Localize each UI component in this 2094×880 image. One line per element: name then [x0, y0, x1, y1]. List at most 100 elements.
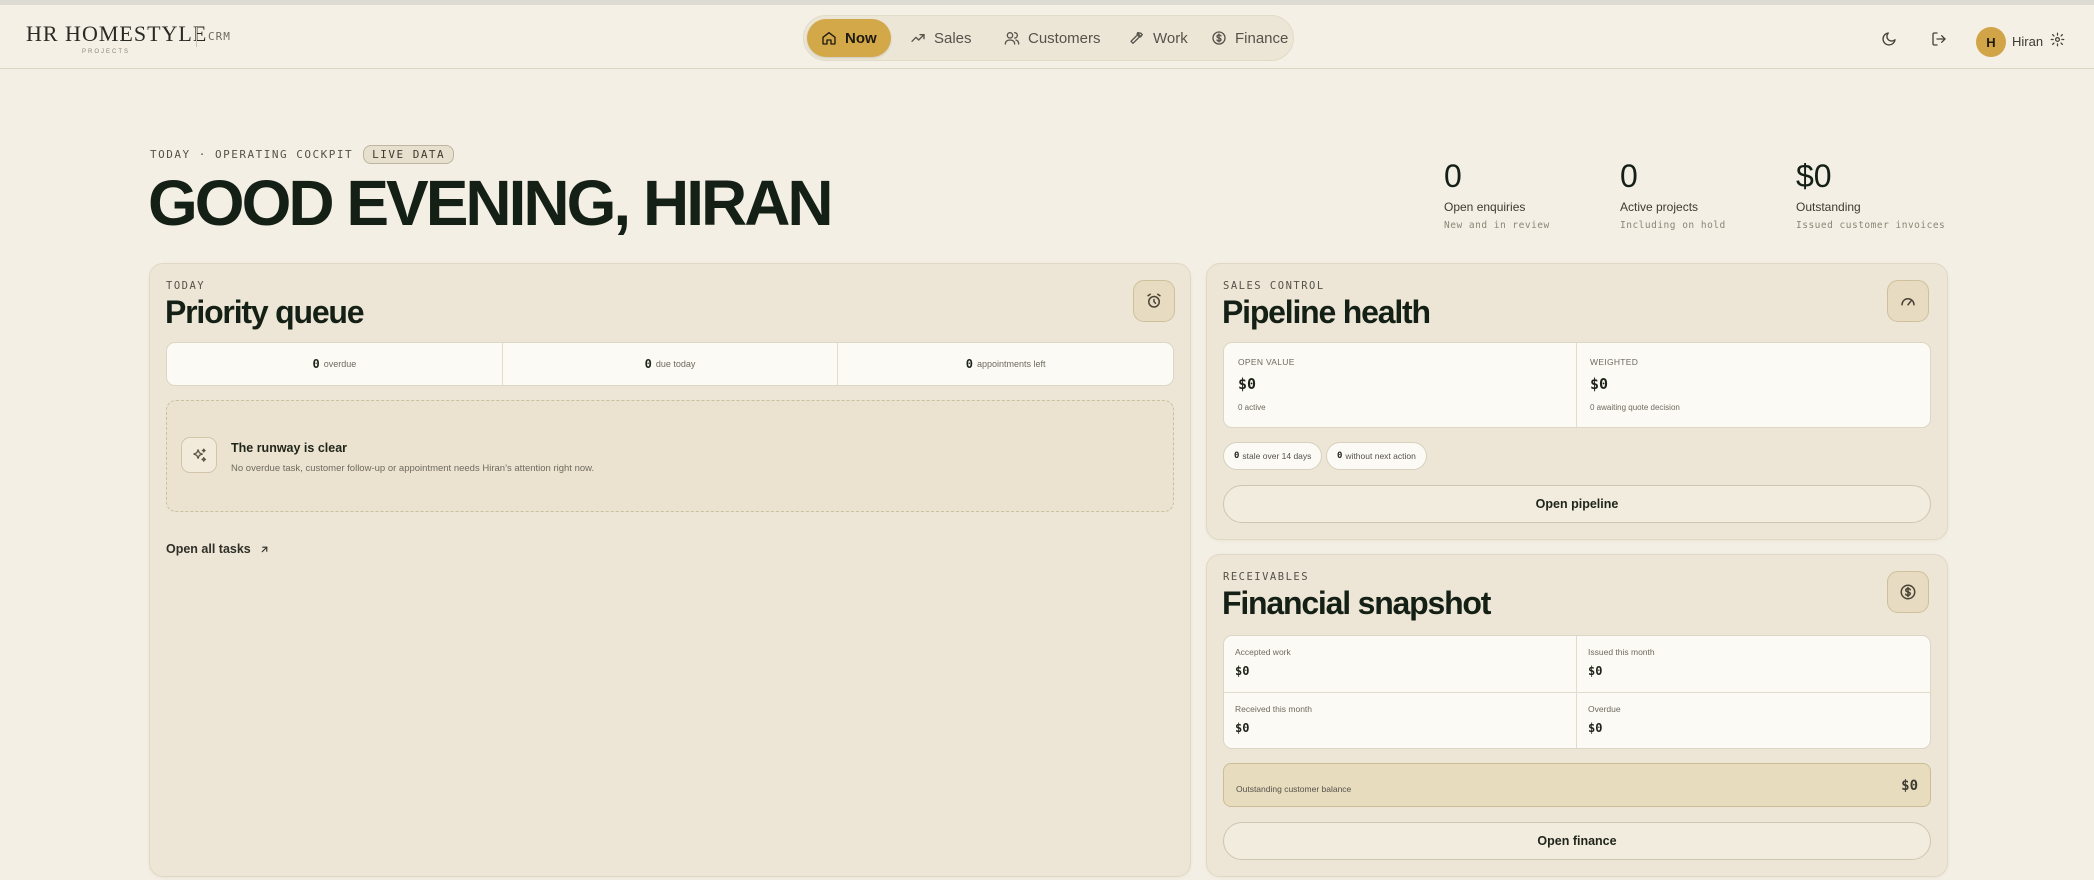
counter-overdue[interactable]: 0 overdue — [167, 343, 503, 385]
stat-value: $0 — [1238, 375, 1257, 393]
page-title: GOOD EVENING, HIRAN — [148, 167, 834, 239]
nav-sales-label: Sales — [934, 29, 972, 47]
stat-label: Issued this month — [1588, 647, 1655, 657]
kpi-label: Open enquiries — [1444, 200, 1526, 214]
nav-finance-label: Finance — [1235, 29, 1289, 47]
balance-label: Outstanding customer balance — [1236, 784, 1352, 794]
kpi-sub: New and in review — [1444, 220, 1550, 231]
stat-value: $0 — [1588, 721, 1603, 735]
app-header: HR HOMESTYLE PROJECTS CRM Now Sales Cust… — [0, 5, 2094, 69]
open-finance-button[interactable]: Open finance — [1223, 822, 1931, 860]
stat-label: Accepted work — [1235, 647, 1291, 657]
empty-state-icon — [181, 437, 217, 473]
nav-finance[interactable]: Finance — [1197, 19, 1302, 57]
pipeline-health-card: SALES CONTROL Pipeline health OPEN VALUE… — [1206, 263, 1948, 540]
chip-label: without next action — [1345, 451, 1416, 461]
live-data-badge: LIVE DATA — [363, 145, 455, 164]
priority-counters: 0 overdue 0 due today 0 appointments lef… — [166, 342, 1174, 386]
hammer-icon — [1130, 31, 1143, 44]
nav-customers[interactable]: Customers — [990, 19, 1115, 57]
no-next-action-chip[interactable]: 0 without next action — [1326, 442, 1427, 470]
stat-sub: 0 awaiting quote decision — [1590, 403, 1680, 412]
logout-button[interactable] — [1929, 29, 1949, 49]
open-value-stat: OPEN VALUE $0 0 active — [1238, 357, 1295, 412]
stat-value: $0 — [1235, 721, 1250, 735]
stat-label: WEIGHTED — [1590, 357, 1639, 367]
hero-eyebrow: TODAY · OPERATING COCKPIT LIVE DATA — [150, 145, 455, 164]
empty-state-title: The runway is clear — [231, 441, 348, 455]
trending-up-icon — [911, 34, 925, 42]
kpi-open-enquiries: 0 Open enquiries New and in review — [1444, 158, 1614, 231]
logout-icon — [1932, 32, 1946, 46]
weighted-stat: WEIGHTED $0 0 awaiting quote decision — [1590, 357, 1680, 412]
users-icon — [1004, 31, 1020, 45]
kpi-value: $0 — [1796, 158, 1832, 194]
theme-toggle[interactable] — [1879, 29, 1899, 49]
brand-sub: PROJECTS — [82, 49, 131, 55]
priority-card-icon — [1133, 280, 1175, 322]
card-title: Pipeline health — [1222, 294, 1431, 330]
issued-this-month-stat: Issued this month $0 — [1588, 647, 1655, 678]
grid-divider — [1576, 636, 1577, 748]
open-all-tasks-label: Open all tasks — [166, 542, 251, 556]
nav-now[interactable]: Now — [807, 19, 891, 57]
pipeline-card-icon — [1887, 280, 1929, 322]
counter-value: 0 — [644, 357, 652, 371]
dollar-circle-icon — [1212, 31, 1226, 45]
kpi-label: Active projects — [1620, 200, 1699, 214]
arrow-up-right-icon — [261, 546, 268, 552]
finance-grid: Accepted work $0 Issued this month $0 Re… — [1223, 635, 1931, 749]
finance-card-icon — [1887, 571, 1929, 613]
open-pipeline-button[interactable]: Open pipeline — [1223, 485, 1931, 523]
pipeline-stats: OPEN VALUE $0 0 active WEIGHTED $0 0 awa… — [1223, 342, 1931, 428]
nav-work[interactable]: Work — [1115, 19, 1202, 57]
alarm-clock-icon — [1147, 293, 1161, 308]
counter-label: appointments left — [977, 359, 1046, 369]
empty-state-text: No overdue task, customer follow-up or a… — [231, 463, 595, 474]
nav-work-label: Work — [1153, 29, 1188, 47]
moon-icon — [1882, 32, 1896, 46]
avatar[interactable]: H — [1976, 27, 2006, 57]
outstanding-balance: Outstanding customer balance $0 — [1223, 763, 1931, 807]
stale-chip[interactable]: 0 stale over 14 days — [1223, 442, 1323, 470]
overdue-stat: Overdue $0 — [1588, 704, 1621, 735]
chip-value: 0 — [1337, 451, 1343, 461]
counter-due-today[interactable]: 0 due today — [503, 343, 839, 385]
received-this-month-stat: Received this month $0 — [1235, 704, 1312, 735]
card-title: Financial snapshot — [1222, 585, 1491, 621]
kpi-active-projects: 0 Active projects Including on hold — [1620, 158, 1790, 231]
stat-divider — [1576, 343, 1577, 427]
dollar-circle-icon — [1900, 584, 1916, 600]
sparkles-icon — [192, 447, 206, 462]
brand-name: HR HOMESTYLE — [26, 21, 208, 46]
stat-label: OPEN VALUE — [1238, 357, 1295, 367]
card-eyebrow: RECEIVABLES — [1223, 571, 1310, 583]
settings-button[interactable] — [2047, 29, 2067, 49]
gear-icon — [2050, 32, 2064, 46]
priority-queue-card: TODAY Priority queue 0 overdue 0 due tod… — [149, 263, 1191, 877]
kpi-value: 0 — [1444, 158, 1462, 194]
main-nav: Now Sales Customers Work Finance — [803, 15, 1294, 61]
stat-value: $0 — [1235, 664, 1250, 678]
counter-label: overdue — [323, 359, 357, 369]
kpi-value: 0 — [1620, 158, 1638, 194]
card-eyebrow: TODAY — [166, 280, 206, 292]
nav-now-label: Now — [845, 29, 877, 47]
brand-logo[interactable]: HR HOMESTYLE PROJECTS — [26, 19, 206, 59]
financial-snapshot-card: RECEIVABLES Financial snapshot Accepted … — [1206, 554, 1948, 877]
counter-label: due today — [655, 359, 696, 369]
hero-eyebrow-text: TODAY · OPERATING COCKPIT — [150, 148, 354, 161]
counter-appointments-left[interactable]: 0 appointments left — [838, 343, 1173, 385]
brand-divider — [196, 27, 197, 47]
empty-state: The runway is clear No overdue task, cus… — [166, 400, 1174, 512]
card-eyebrow: SALES CONTROL — [1223, 280, 1325, 292]
kpi-outstanding: $0 Outstanding Issued customer invoices — [1796, 158, 1966, 231]
grid-divider — [1224, 692, 1930, 693]
kpi-label: Outstanding — [1796, 200, 1861, 214]
chip-value: 0 — [1234, 451, 1240, 461]
chip-label: stale over 14 days — [1242, 451, 1312, 461]
user-name[interactable]: Hiran — [2012, 34, 2043, 49]
stat-label: Received this month — [1235, 704, 1313, 714]
nav-sales[interactable]: Sales — [896, 19, 986, 57]
open-all-tasks-link[interactable]: Open all tasks — [166, 542, 270, 556]
